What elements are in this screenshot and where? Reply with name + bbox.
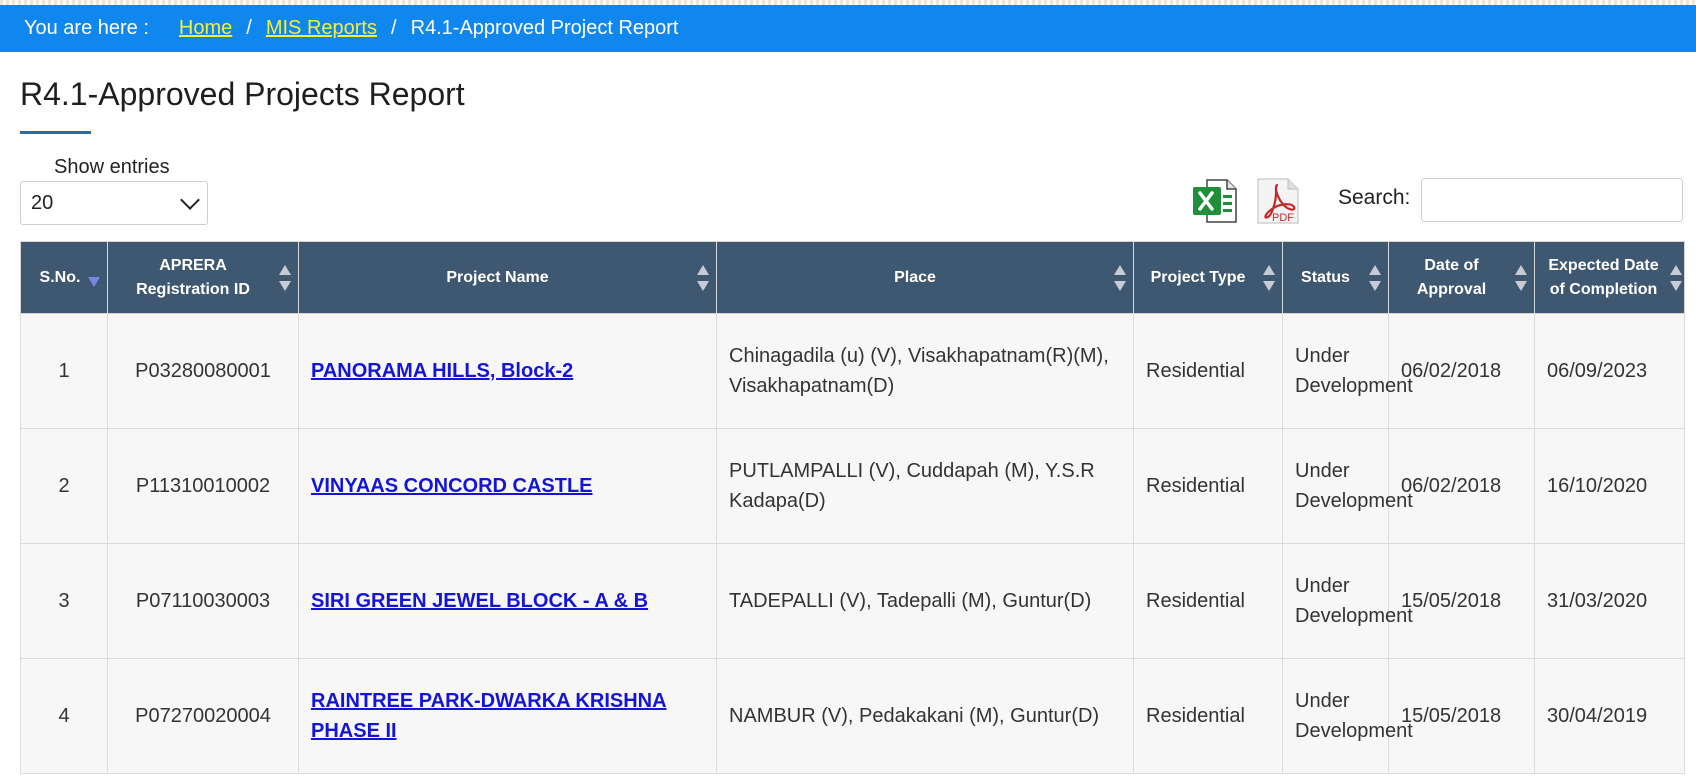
cell-status: Under Development — [1282, 658, 1413, 774]
cell-registration-id: P03280080001 — [107, 313, 299, 429]
cell-place: Chinagadila (u) (V), Visakhapatnam(R)(M)… — [716, 313, 1134, 429]
project-name-link[interactable]: VINYAAS CONCORD CASTLE — [311, 475, 593, 497]
column-label: Status — [1301, 268, 1350, 286]
column-header-place[interactable]: Place — [716, 241, 1134, 314]
column-label: Project Name — [446, 268, 549, 286]
sort-ascending-icon — [88, 265, 100, 291]
svg-text:PDF: PDF — [1272, 212, 1294, 224]
cell-project-name: VINYAAS CONCORD CASTLE — [298, 428, 717, 544]
cell-date-of-approval: 15/05/2018 — [1388, 658, 1535, 774]
cell-place: TADEPALLI (V), Tadepalli (M), Guntur(D) — [716, 543, 1134, 659]
chevron-down-icon — [180, 190, 200, 210]
cell-expected-completion: 31/03/2020 — [1534, 543, 1685, 659]
column-label: Registration ID — [136, 280, 250, 298]
sort-icon — [279, 264, 291, 291]
cell-date-of-approval: 06/02/2018 — [1388, 313, 1535, 429]
cell-sno: 4 — [20, 658, 108, 774]
entries-select-value: 20 — [31, 191, 54, 214]
project-name-link[interactable]: PANORAMA HILLS, Block-2 — [311, 360, 573, 382]
breadcrumb: You are here : Home / MIS Reports / R4.1… — [0, 5, 1696, 52]
entries-select[interactable]: 20 — [20, 181, 208, 225]
sort-icon — [1114, 264, 1126, 291]
cell-project-type: Residential — [1133, 658, 1283, 774]
column-header-project-type[interactable]: Project Type — [1133, 241, 1283, 314]
column-label: Date of — [1424, 256, 1479, 274]
cell-expected-completion: 30/04/2019 — [1534, 658, 1685, 774]
column-header-sno[interactable]: S.No. — [20, 241, 108, 314]
column-header-date-of-approval[interactable]: Date of Approval — [1388, 241, 1535, 314]
sort-icon — [1369, 264, 1381, 291]
table-row: 2 P11310010002 VINYAAS CONCORD CASTLE PU… — [20, 428, 1685, 544]
sort-icon — [697, 264, 709, 291]
sort-icon — [1515, 264, 1527, 291]
table-row: 3 P07110030003 SIRI GREEN JEWEL BLOCK - … — [20, 543, 1685, 659]
cell-project-type: Residential — [1133, 428, 1283, 544]
cell-project-type: Residential — [1133, 543, 1283, 659]
table-row: 4 P07270020004 RAINTREE PARK-DWARKA KRIS… — [20, 658, 1685, 774]
column-label: Project Type — [1150, 268, 1246, 286]
cell-project-name: SIRI GREEN JEWEL BLOCK - A & B — [298, 543, 717, 659]
cell-registration-id: P11310010002 — [107, 428, 299, 544]
cell-expected-completion: 06/09/2023 — [1534, 313, 1685, 429]
cell-date-of-approval: 06/02/2018 — [1388, 428, 1535, 544]
column-label: S.No. — [39, 268, 81, 286]
column-label: Place — [894, 268, 936, 286]
cell-date-of-approval: 15/05/2018 — [1388, 543, 1535, 659]
breadcrumb-separator: / — [246, 17, 252, 39]
sort-icon — [1263, 264, 1275, 291]
title-underline — [20, 131, 91, 134]
cell-status: Under Development — [1282, 543, 1413, 659]
column-label: APRERA — [159, 256, 227, 274]
column-header-project-name[interactable]: Project Name — [298, 241, 717, 314]
sort-icon — [1670, 264, 1682, 291]
search-label: Search: — [1338, 186, 1411, 209]
approved-projects-table: S.No. APRERA Registration ID Project Nam… — [20, 241, 1685, 774]
cell-registration-id: P07110030003 — [107, 543, 299, 659]
column-header-expected-completion[interactable]: Expected Date of Completion — [1534, 241, 1685, 314]
cell-project-name: RAINTREE PARK-DWARKA KRISHNA PHASE II — [298, 658, 717, 774]
cell-expected-completion: 16/10/2020 — [1534, 428, 1685, 544]
cell-place: NAMBUR (V), Pedakakani (M), Guntur(D) — [716, 658, 1134, 774]
excel-export-icon[interactable] — [1191, 177, 1239, 225]
breadcrumb-prefix: You are here : — [24, 17, 149, 39]
column-label: Expected Date — [1548, 256, 1659, 274]
cell-sno: 3 — [20, 543, 108, 659]
project-name-link[interactable]: RAINTREE PARK-DWARKA KRISHNA PHASE II — [311, 690, 667, 742]
cell-project-name: PANORAMA HILLS, Block-2 — [298, 313, 717, 429]
search-input[interactable] — [1421, 178, 1683, 222]
cell-sno: 2 — [20, 428, 108, 544]
pdf-export-icon[interactable]: PDF — [1254, 177, 1302, 225]
cell-status: Under Development — [1282, 313, 1413, 429]
cell-project-type: Residential — [1133, 313, 1283, 429]
column-header-status[interactable]: Status — [1282, 241, 1389, 314]
cell-registration-id: P07270020004 — [107, 658, 299, 774]
column-label: Approval — [1416, 280, 1487, 298]
cell-place: PUTLAMPALLI (V), Cuddapah (M), Y.S.R Kad… — [716, 428, 1134, 544]
page-title: R4.1-Approved Projects Report — [20, 76, 465, 112]
column-header-registration-id[interactable]: APRERA Registration ID — [107, 241, 299, 314]
table-header-row: S.No. APRERA Registration ID Project Nam… — [20, 241, 1685, 314]
breadcrumb-home-link[interactable]: Home — [179, 17, 232, 40]
breadcrumb-separator: / — [391, 17, 397, 39]
show-entries-label: Show entries — [54, 156, 170, 178]
cell-status: Under Development — [1282, 428, 1413, 544]
breadcrumb-mis-reports-link[interactable]: MIS Reports — [266, 17, 377, 40]
table-row: 1 P03280080001 PANORAMA HILLS, Block-2 C… — [20, 313, 1685, 429]
breadcrumb-current: R4.1-Approved Project Report — [410, 17, 679, 39]
column-label: of Completion — [1549, 280, 1658, 298]
cell-sno: 1 — [20, 313, 108, 429]
project-name-link[interactable]: SIRI GREEN JEWEL BLOCK - A & B — [311, 590, 648, 612]
